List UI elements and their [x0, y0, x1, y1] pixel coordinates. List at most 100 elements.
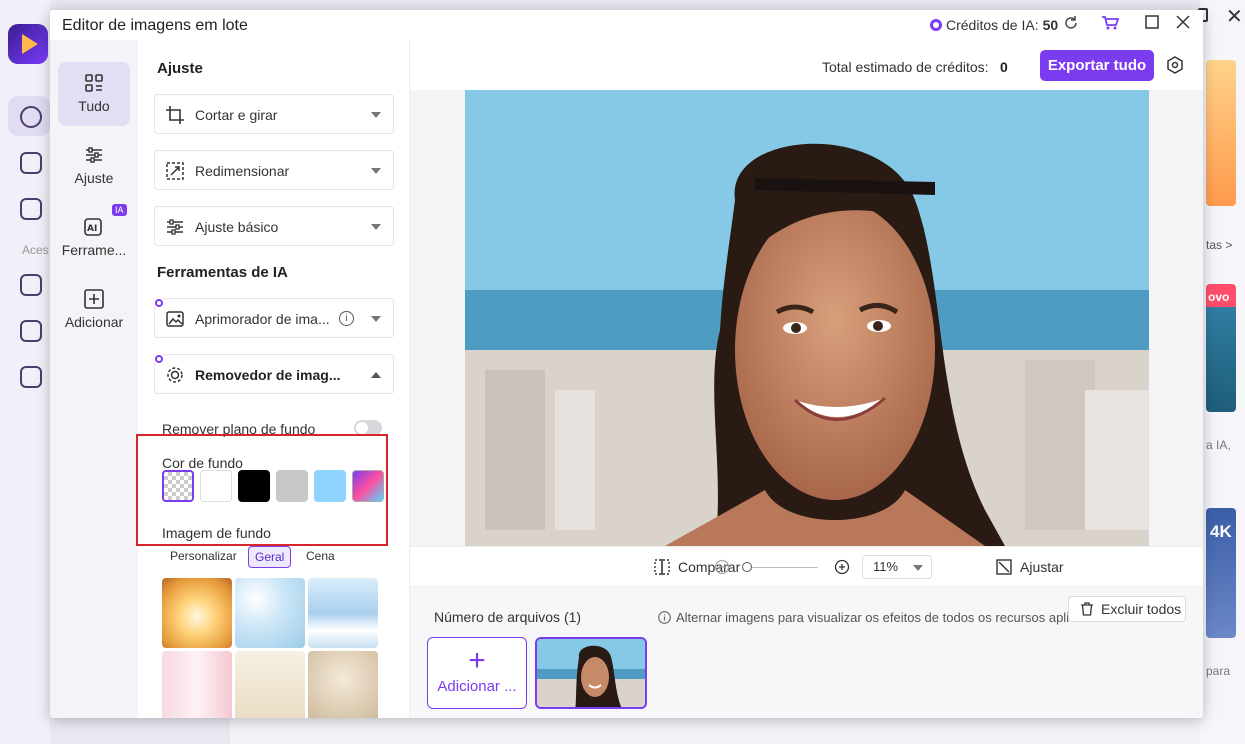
- info-icon: [658, 611, 671, 624]
- add-file-label: Adicionar ...: [437, 678, 517, 695]
- rail-label: Adicionar: [64, 314, 124, 330]
- basic-adjust-dropdown[interactable]: Ajuste básico: [154, 206, 394, 246]
- crop-icon: [166, 106, 184, 124]
- files-hint: Alternar imagens para visualizar os efei…: [676, 610, 1087, 625]
- rail-item-add[interactable]: Adicionar: [58, 278, 130, 342]
- delete-all-label: Excluir todos: [1101, 601, 1182, 617]
- ia-badge: IA: [112, 204, 127, 216]
- dropdown-label: Removedor de imag...: [195, 367, 341, 383]
- resize-icon: [166, 162, 184, 180]
- swatch-white[interactable]: [200, 470, 232, 502]
- bg-color-label: Cor de fundo: [162, 455, 243, 471]
- chevron-up-icon: [371, 372, 381, 378]
- add-file-tile[interactable]: + Adicionar ...: [427, 637, 527, 709]
- resize-dropdown[interactable]: Redimensionar: [154, 150, 394, 190]
- promo-4k: 4K: [1210, 522, 1232, 541]
- dropdown-label: Cortar e girar: [195, 107, 278, 123]
- export-all-button[interactable]: Exportar tudo: [1040, 50, 1154, 81]
- settings-icon[interactable]: [1166, 56, 1184, 74]
- section-title-adjust: Ajuste: [157, 60, 203, 77]
- files-panel: Número de arquivos (1) Alternar imagens …: [410, 586, 1203, 718]
- trash-icon: [1081, 602, 1093, 616]
- home-icon[interactable]: [20, 106, 42, 128]
- rail-label: Tudo: [78, 98, 110, 114]
- plus-icon: +: [468, 644, 486, 677]
- bg-thumbnail[interactable]: [235, 578, 305, 648]
- chevron-down-icon: [371, 168, 381, 174]
- tv-icon[interactable]: [20, 366, 42, 388]
- fit-icon[interactable]: [996, 559, 1012, 575]
- close-window-icon[interactable]: [1173, 15, 1193, 35]
- preview-canvas: [410, 90, 1203, 546]
- sidebar-section-label: Aces: [22, 243, 49, 257]
- zoom-value: 11%: [873, 559, 899, 574]
- close-icon[interactable]: ✕: [1226, 4, 1243, 29]
- compare-icon[interactable]: [654, 559, 670, 575]
- batch-editor-window: Editor de imagens em lote Créditos de IA…: [50, 10, 1203, 718]
- svg-text:AI: AI: [87, 224, 97, 234]
- total-credits-label: Total estimado de créditos:: [822, 59, 989, 75]
- background-bottom: [230, 718, 1200, 744]
- swatch-gradient[interactable]: [352, 470, 384, 502]
- rail-item-adjust[interactable]: Ajuste: [58, 134, 130, 198]
- zoom-slider-handle[interactable]: [742, 562, 752, 572]
- swatch-light-blue[interactable]: [314, 470, 346, 502]
- swatch-transparent[interactable]: [162, 470, 194, 502]
- chevron-down-icon: [371, 112, 381, 118]
- title-bar: Editor de imagens em lote Créditos de IA…: [50, 10, 1203, 40]
- rail-label: Ferrame...: [61, 242, 127, 258]
- dropdown-label: Aprimorador de ima...: [195, 311, 330, 327]
- delete-all-button[interactable]: Excluir todos: [1068, 596, 1186, 622]
- ai-badge-icon: [153, 297, 165, 309]
- chevron-down-icon: [913, 565, 923, 571]
- dropdown-label: Ajuste básico: [195, 219, 279, 235]
- promo-text: para: [1206, 664, 1231, 678]
- ai-icon: AI: [84, 218, 102, 236]
- zoom-slider-track[interactable]: [744, 567, 818, 568]
- file-thumbnail[interactable]: [535, 637, 647, 709]
- maximize-icon[interactable]: [1142, 15, 1162, 35]
- swap-icon[interactable]: [20, 274, 42, 296]
- promo-link[interactable]: tas >: [1206, 238, 1232, 252]
- info-icon[interactable]: i: [339, 311, 354, 326]
- tab-general[interactable]: Geral: [248, 546, 292, 568]
- dropdown-label: Redimensionar: [195, 163, 290, 179]
- chevron-down-icon: [371, 224, 381, 230]
- rail-item-all[interactable]: Tudo: [58, 62, 130, 126]
- ai-credits: Créditos de IA: 50: [930, 17, 1058, 33]
- bg-thumbnail[interactable]: [162, 578, 232, 648]
- remover-dropdown[interactable]: Removedor de imag...: [153, 353, 394, 394]
- ai-credit-icon: [930, 19, 942, 31]
- zoom-in-icon[interactable]: [834, 559, 850, 575]
- promo-card[interactable]: [1206, 60, 1236, 206]
- chevron-down-icon: [371, 316, 381, 322]
- tab-scene[interactable]: Cena: [300, 546, 341, 568]
- cart-icon[interactable]: [1100, 15, 1120, 35]
- bg-thumbnail[interactable]: [308, 651, 378, 718]
- add-square-icon: [84, 289, 104, 309]
- bg-thumbnail[interactable]: [162, 651, 232, 718]
- tab-custom[interactable]: Personalizar: [164, 546, 243, 568]
- fit-button[interactable]: Ajustar: [1020, 559, 1064, 575]
- document-icon[interactable]: [20, 198, 42, 220]
- promo-text: a IA,: [1206, 438, 1231, 452]
- crop-rotate-dropdown[interactable]: Cortar e girar: [154, 94, 394, 134]
- bg-thumbnail[interactable]: [308, 578, 378, 648]
- new-badge: ovo: [1208, 290, 1230, 304]
- rail-label: Ajuste: [74, 170, 114, 186]
- swatch-black[interactable]: [238, 470, 270, 502]
- bg-thumbnail[interactable]: [235, 651, 305, 718]
- zoom-select[interactable]: 11%: [862, 555, 932, 579]
- toolbox-icon[interactable]: [20, 152, 42, 174]
- upload-icon[interactable]: [20, 320, 42, 342]
- total-credits-value: 0: [1000, 59, 1008, 75]
- refresh-icon[interactable]: [1061, 15, 1081, 35]
- enhancer-dropdown[interactable]: Aprimorador de ima... i: [153, 297, 394, 338]
- preview-image[interactable]: [465, 90, 1149, 546]
- compare-button[interactable]: Comparar: [678, 559, 740, 575]
- sliders-icon: [86, 147, 102, 163]
- zoom-out-icon[interactable]: [714, 559, 730, 575]
- file-count: Número de arquivos (1): [434, 609, 582, 625]
- tool-rail: Tudo Ajuste AI Ferrame... Adicionar IA: [50, 40, 138, 718]
- swatch-gray[interactable]: [276, 470, 308, 502]
